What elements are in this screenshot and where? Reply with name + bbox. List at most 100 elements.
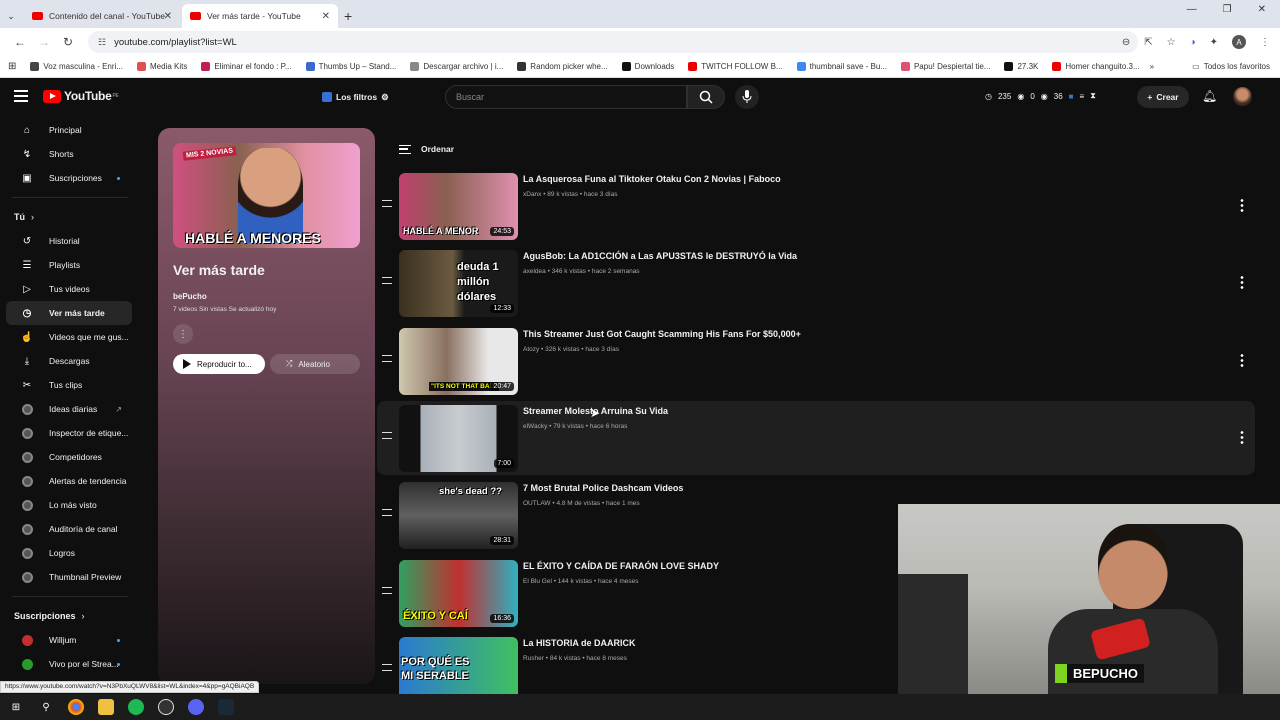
playlist-video-row[interactable]: HABLÉ A MENOR 24:53 La Asquerosa Funa al T… (377, 169, 1255, 243)
sidebar-item[interactable]: Thumbnail Preview (6, 565, 132, 589)
bookmark-item[interactable]: Voz masculina - Enri... (30, 62, 123, 71)
bookmark-item[interactable]: 27.3K (1004, 62, 1038, 71)
video-title[interactable]: La Asquerosa Funa al Tiktoker Otaku Con … (523, 174, 781, 184)
bookmark-item[interactable]: Eliminar el fondo : P... (201, 62, 292, 71)
sidebar-item[interactable]: Competidores (6, 445, 132, 469)
video-thumbnail[interactable]: she's dead ?? 28:31 (399, 482, 518, 549)
sidebar-item[interactable]: ▣ Suscripciones (6, 166, 132, 190)
playlist-video-row[interactable]: "ITS NOT THAT BAD" 20:47 This Streamer Jus… (377, 324, 1255, 398)
all-bookmarks-button[interactable]: ▭ Todos los favoritos (1192, 62, 1270, 71)
discord-icon[interactable] (188, 699, 204, 715)
sidebar-item[interactable]: ✂ Tus clips (6, 373, 132, 397)
sidebar-item[interactable]: Alertas de tendencia (6, 469, 132, 493)
subscription-channel[interactable]: Vivo por el Strea... (6, 652, 132, 676)
close-tab-icon[interactable]: ✕ (164, 11, 172, 22)
account-avatar[interactable] (1233, 87, 1252, 106)
subscription-channel[interactable]: Willjum (6, 628, 132, 652)
reload-icon[interactable]: ↻ (56, 35, 80, 49)
sidebar-item[interactable]: ▷ Tus videos (6, 277, 132, 301)
menu-hamburger-icon[interactable] (14, 90, 28, 102)
sidebar-item[interactable]: ⤓ Descargas (6, 349, 132, 373)
sidebar-item[interactable]: ☝ Videos que me gus... (6, 325, 132, 349)
install-icon[interactable]: ⇱ (1144, 37, 1152, 48)
sidebar-item[interactable]: Auditoría de canal (6, 517, 132, 541)
extensions-puzzle-icon[interactable]: ✦ (1210, 37, 1218, 48)
browser-tab-channel-content[interactable]: Contenido del canal - YouTube ✕ (24, 4, 180, 28)
bookmark-item[interactable]: Media Kits (136, 62, 187, 71)
drag-handle-icon[interactable] (382, 355, 392, 362)
playlist-video-row[interactable]: 7:00 Streamer Molesto Arruina Su Vida elWa… (377, 401, 1255, 475)
voice-search-button[interactable] (735, 85, 759, 109)
more-vert-icon[interactable] (1240, 430, 1244, 444)
sidebar-item[interactable]: ☰ Playlists (6, 253, 132, 277)
back-icon[interactable]: ← (8, 35, 32, 49)
browser-tab-watch-later[interactable]: Ver más tarde - YouTube ✕ (182, 4, 338, 28)
create-button[interactable]: + Crear (1137, 86, 1189, 108)
bookmark-item[interactable]: thumbnail save - Bu... (796, 62, 887, 71)
sidebar-item[interactable]: ◷ Ver más tarde (6, 301, 132, 325)
site-info-icon[interactable]: ☷ (98, 37, 106, 48)
drag-handle-icon[interactable] (382, 200, 392, 207)
obs-icon[interactable] (158, 699, 174, 715)
sidebar-item[interactable]: Inspector de etique... (6, 421, 132, 445)
drag-handle-icon[interactable] (382, 587, 392, 594)
more-vert-icon[interactable] (1240, 353, 1244, 367)
search-button[interactable] (687, 85, 725, 109)
playlist-owner[interactable]: bePucho (173, 292, 207, 301)
sidebar-item[interactable]: Ideas diarias ↗ (6, 397, 132, 421)
drag-handle-icon[interactable] (382, 664, 392, 671)
bookmark-item[interactable]: TWITCH FOLLOW B... (688, 62, 783, 71)
extension-stats[interactable]: ◷ 235 ◉ 0 ◉ 36 ■ ≡ ⧗ (985, 91, 1096, 101)
tab-search-button[interactable]: ⌄ (0, 4, 22, 28)
search-input[interactable]: Buscar (445, 85, 687, 109)
bookmark-star-icon[interactable]: ☆ (1167, 37, 1176, 48)
bookmark-item[interactable]: Downloads (621, 62, 674, 71)
restore-icon[interactable]: ❐ (1223, 4, 1232, 15)
video-title[interactable]: 7 Most Brutal Police Dashcam Videos (523, 483, 683, 493)
bookmark-item[interactable]: Thumbs Up – Stand... (305, 62, 396, 71)
bookmark-item[interactable]: Homer changuito.3... (1052, 62, 1140, 71)
video-title[interactable]: This Streamer Just Got Caught Scamming H… (523, 329, 801, 339)
chrome-icon[interactable] (68, 699, 84, 715)
sidebar-item[interactable]: Lo más visto (6, 493, 132, 517)
close-tab-icon[interactable]: ✕ (322, 11, 330, 22)
filters-button[interactable]: Los filtros ⚙ (322, 87, 389, 107)
zoom-icon[interactable]: ⊖ (1122, 37, 1130, 48)
playlist-more-button[interactable]: ⋮ (173, 324, 193, 344)
bookmark-item[interactable]: Papu! Despiertal tie... (900, 62, 990, 71)
video-thumbnail[interactable]: ÉXITO Y CAÍ 16:36 (399, 560, 518, 627)
windows-start-icon[interactable]: ⊞ (8, 699, 24, 715)
notifications-bell-icon[interactable]: 🔔︎ (1202, 89, 1217, 103)
spotify-icon[interactable] (128, 699, 144, 715)
new-tab-button[interactable]: + (344, 4, 352, 28)
profile-avatar[interactable]: A (1232, 35, 1246, 49)
video-title[interactable]: AgusBob: La AD1CCIÓN a Las APU3STAS le D… (523, 251, 797, 261)
drag-handle-icon[interactable] (382, 509, 392, 516)
video-title[interactable]: EL ÉXITO Y CAÍDA DE FARAÓN LOVE SHADY (523, 561, 719, 571)
menu-kebab-icon[interactable]: ⋮ (1260, 37, 1270, 48)
sidebar-item[interactable]: ⌂ Principal (6, 118, 132, 142)
sidebar-item[interactable]: Logros (6, 541, 132, 565)
apps-grid-icon[interactable]: ⊞ (8, 61, 16, 72)
more-vert-icon[interactable] (1240, 198, 1244, 212)
bookmarks-overflow-button[interactable]: » (1150, 62, 1154, 71)
address-bar[interactable]: ☷ youtube.com/playlist?list=WL (88, 31, 1138, 53)
forward-icon[interactable]: → (32, 35, 56, 49)
sort-button[interactable]: Ordenar (399, 144, 454, 154)
video-title[interactable]: La HISTORIA de DAARICK (523, 638, 636, 648)
search-icon[interactable]: ⚲ (38, 699, 54, 715)
video-thumbnail[interactable]: deuda 1 millón dólares 12:33 (399, 250, 518, 317)
playlist-video-row[interactable]: deuda 1 millón dólares 12:33 AgusBob: La A… (377, 246, 1255, 320)
minimize-icon[interactable]: — (1187, 4, 1197, 15)
video-thumbnail[interactable]: "ITS NOT THAT BAD" 20:47 (399, 328, 518, 395)
file-explorer-icon[interactable] (98, 699, 114, 715)
youtube-logo[interactable]: YouTube PE (43, 89, 119, 103)
shuffle-button[interactable]: ⤮ Aleatorio (270, 354, 360, 374)
close-window-icon[interactable]: ✕ (1258, 4, 1266, 15)
subscriptions-heading[interactable]: Suscripciones › (0, 604, 140, 628)
playlist-thumbnail[interactable]: MIS 2 NOVIAS HABLÉ A MENORES (173, 143, 360, 248)
video-thumbnail[interactable]: 7:00 (399, 405, 518, 472)
drag-handle-icon[interactable] (382, 277, 392, 284)
steam-icon[interactable] (218, 699, 234, 715)
bookmark-item[interactable]: Descargar archivo | i... (410, 62, 503, 71)
